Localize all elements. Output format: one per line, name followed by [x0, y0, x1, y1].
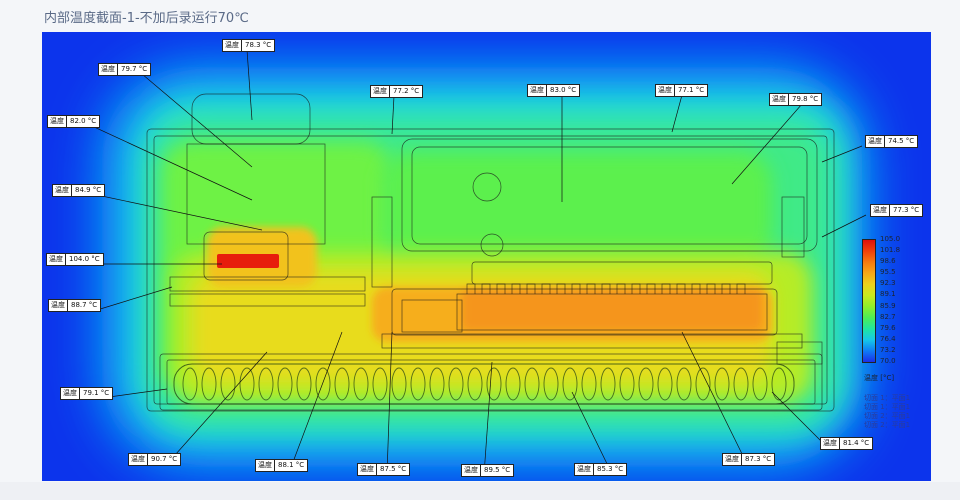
legend-tick: 70.0 — [880, 357, 896, 365]
probe-p20: 温度 87.3 °C — [722, 453, 776, 466]
legend-tick: 73.2 — [880, 345, 896, 354]
footer-strip — [0, 482, 960, 500]
probe-leader-line — [91, 125, 253, 201]
probe-leader-line — [671, 94, 683, 133]
probe-p6: 温度 79.8 °C — [769, 93, 823, 106]
probe-leader-line — [386, 331, 393, 475]
probe-p17: 温度 87.5 °C — [357, 463, 411, 476]
probe-p11: 温度 104.0 °C — [46, 253, 104, 266]
probe-leader-line — [821, 145, 863, 163]
probe-p9: 温度 84.9 °C — [52, 184, 106, 197]
legend-tick: 105.0 — [880, 235, 901, 243]
probe-p13: 温度 79.1 °C — [60, 387, 114, 400]
legend-note-1: 切面 1：平面1 — [864, 394, 911, 402]
probe-leader-line — [96, 286, 173, 311]
probe-leader-line — [246, 49, 253, 121]
legend-unit-label: 温度 [°C] — [864, 374, 895, 382]
probe-p7: 温度 82.0 °C — [47, 115, 101, 128]
probe-p2: 温度 79.7 °C — [98, 63, 152, 76]
probe-p4: 温度 83.0 °C — [527, 84, 581, 97]
legend-tick: 98.6 — [880, 257, 896, 266]
probe-p5: 温度 77.1 °C — [655, 84, 709, 97]
legend-tick: 82.7 — [880, 312, 896, 321]
thermal-simulation-view: 温度 78.3 °C 温度 79.7 °C 温度 77.2 °C 温度 83.0 °C … — [42, 32, 931, 481]
probe-leader-line — [731, 103, 803, 185]
legend-note-3: 切面 2：平面1 — [864, 412, 911, 420]
probe-leader-line — [483, 361, 493, 476]
legend-tick: 76.4 — [880, 334, 896, 343]
probe-p8: 温度 74.5 °C — [865, 135, 919, 148]
probe-p14: 温度 81.4 °C — [820, 437, 874, 450]
probe-p16: 温度 88.1 °C — [255, 459, 309, 472]
probe-leader-line — [821, 214, 867, 238]
legend-tick: 85.9 — [880, 301, 896, 310]
legend-tick: 89.1 — [880, 290, 896, 299]
legend-tick: 101.8 — [880, 246, 901, 255]
probe-p19: 温度 85.3 °C — [574, 463, 628, 476]
probe-leader-line — [391, 95, 395, 135]
probe-leader-line — [166, 351, 268, 465]
legend-tick: 92.3 — [880, 279, 896, 288]
probe-p1: 温度 78.3 °C — [222, 39, 276, 52]
legend-note-4: 切面 2：平面1 — [864, 421, 911, 429]
legend-note-2: 切面 1：平面1 — [864, 403, 911, 411]
legend-tick: 95.5 — [880, 268, 896, 277]
page-title: 内部温度截面-1-不加后录运行70℃ — [44, 11, 249, 26]
probe-p15: 温度 90.7 °C — [128, 453, 182, 466]
probe-leader-line — [96, 194, 263, 231]
probe-leader-line — [289, 331, 343, 471]
probe-p12: 温度 88.7 °C — [48, 299, 102, 312]
temperature-color-bar — [862, 239, 876, 363]
probe-leader-line — [771, 391, 823, 443]
probe-p18: 温度 89.5 °C — [461, 464, 515, 477]
probe-leader-line — [141, 73, 253, 168]
probe-leader-line — [571, 391, 613, 475]
probe-p3: 温度 77.2 °C — [370, 85, 424, 98]
probe-leader-line — [681, 331, 748, 465]
probe-p10: 温度 77.3 °C — [870, 204, 924, 217]
legend-tick: 79.6 — [880, 323, 896, 332]
